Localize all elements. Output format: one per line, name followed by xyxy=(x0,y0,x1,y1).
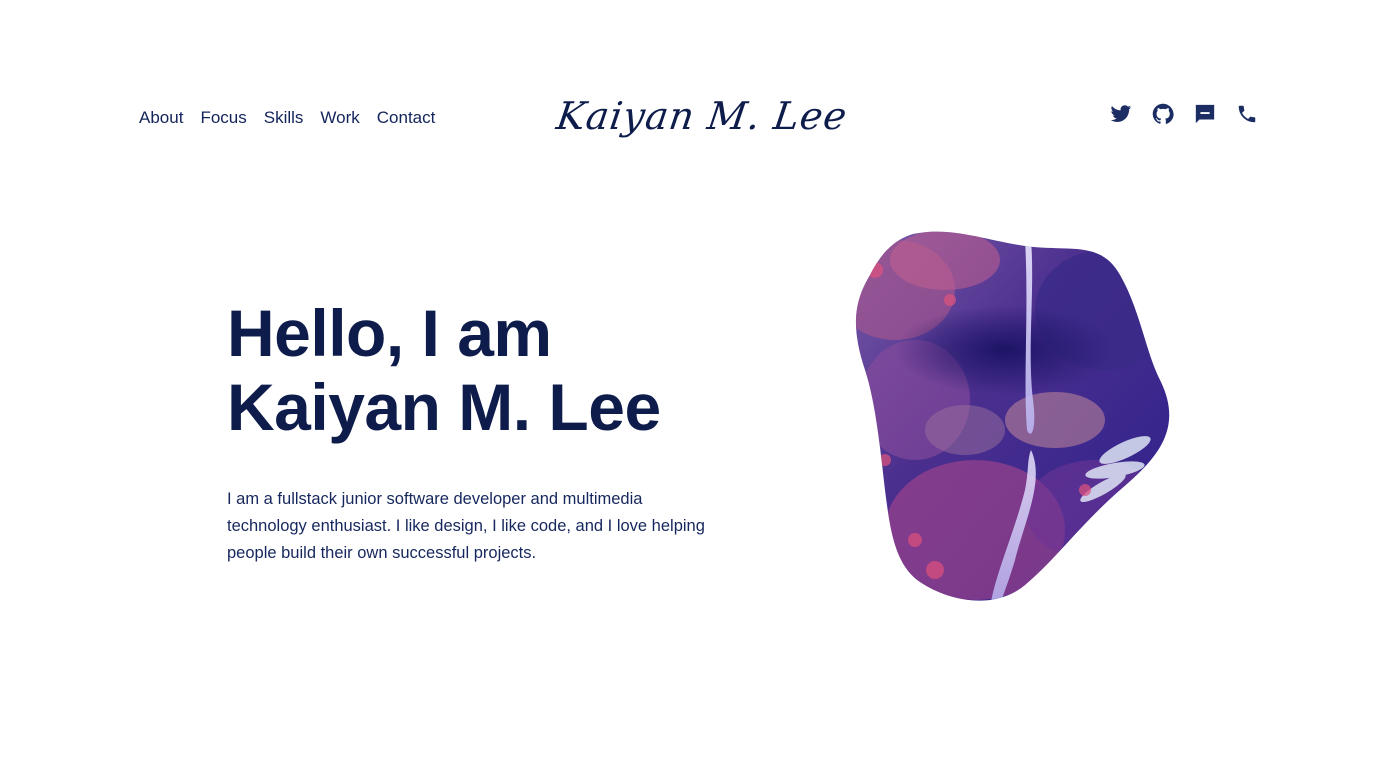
nav-contact[interactable]: Contact xyxy=(377,108,436,128)
nav-work[interactable]: Work xyxy=(320,108,359,128)
social-links xyxy=(1110,103,1258,125)
nav-skills[interactable]: Skills xyxy=(264,108,304,128)
main-nav: About Focus Skills Work Contact xyxy=(139,108,435,128)
nav-focus[interactable]: Focus xyxy=(200,108,246,128)
github-icon[interactable] xyxy=(1152,103,1174,125)
hero-title: Hello, I am Kaiyan M. Lee xyxy=(227,296,787,444)
twitter-icon[interactable] xyxy=(1110,103,1132,125)
hero-title-line-1: Hello, I am xyxy=(227,296,552,370)
hero-waterfall-image xyxy=(855,230,1175,602)
hero-title-line-2: Kaiyan M. Lee xyxy=(227,370,661,444)
message-icon[interactable] xyxy=(1194,103,1216,125)
phone-icon[interactable] xyxy=(1236,103,1258,125)
nav-about[interactable]: About xyxy=(139,108,183,128)
page: About Focus Skills Work Contact Kaiyan M… xyxy=(0,0,1400,760)
site-logo[interactable]: Kaiyan M. Lee xyxy=(554,92,851,140)
hero-description: I am a fullstack junior software develop… xyxy=(227,490,705,562)
